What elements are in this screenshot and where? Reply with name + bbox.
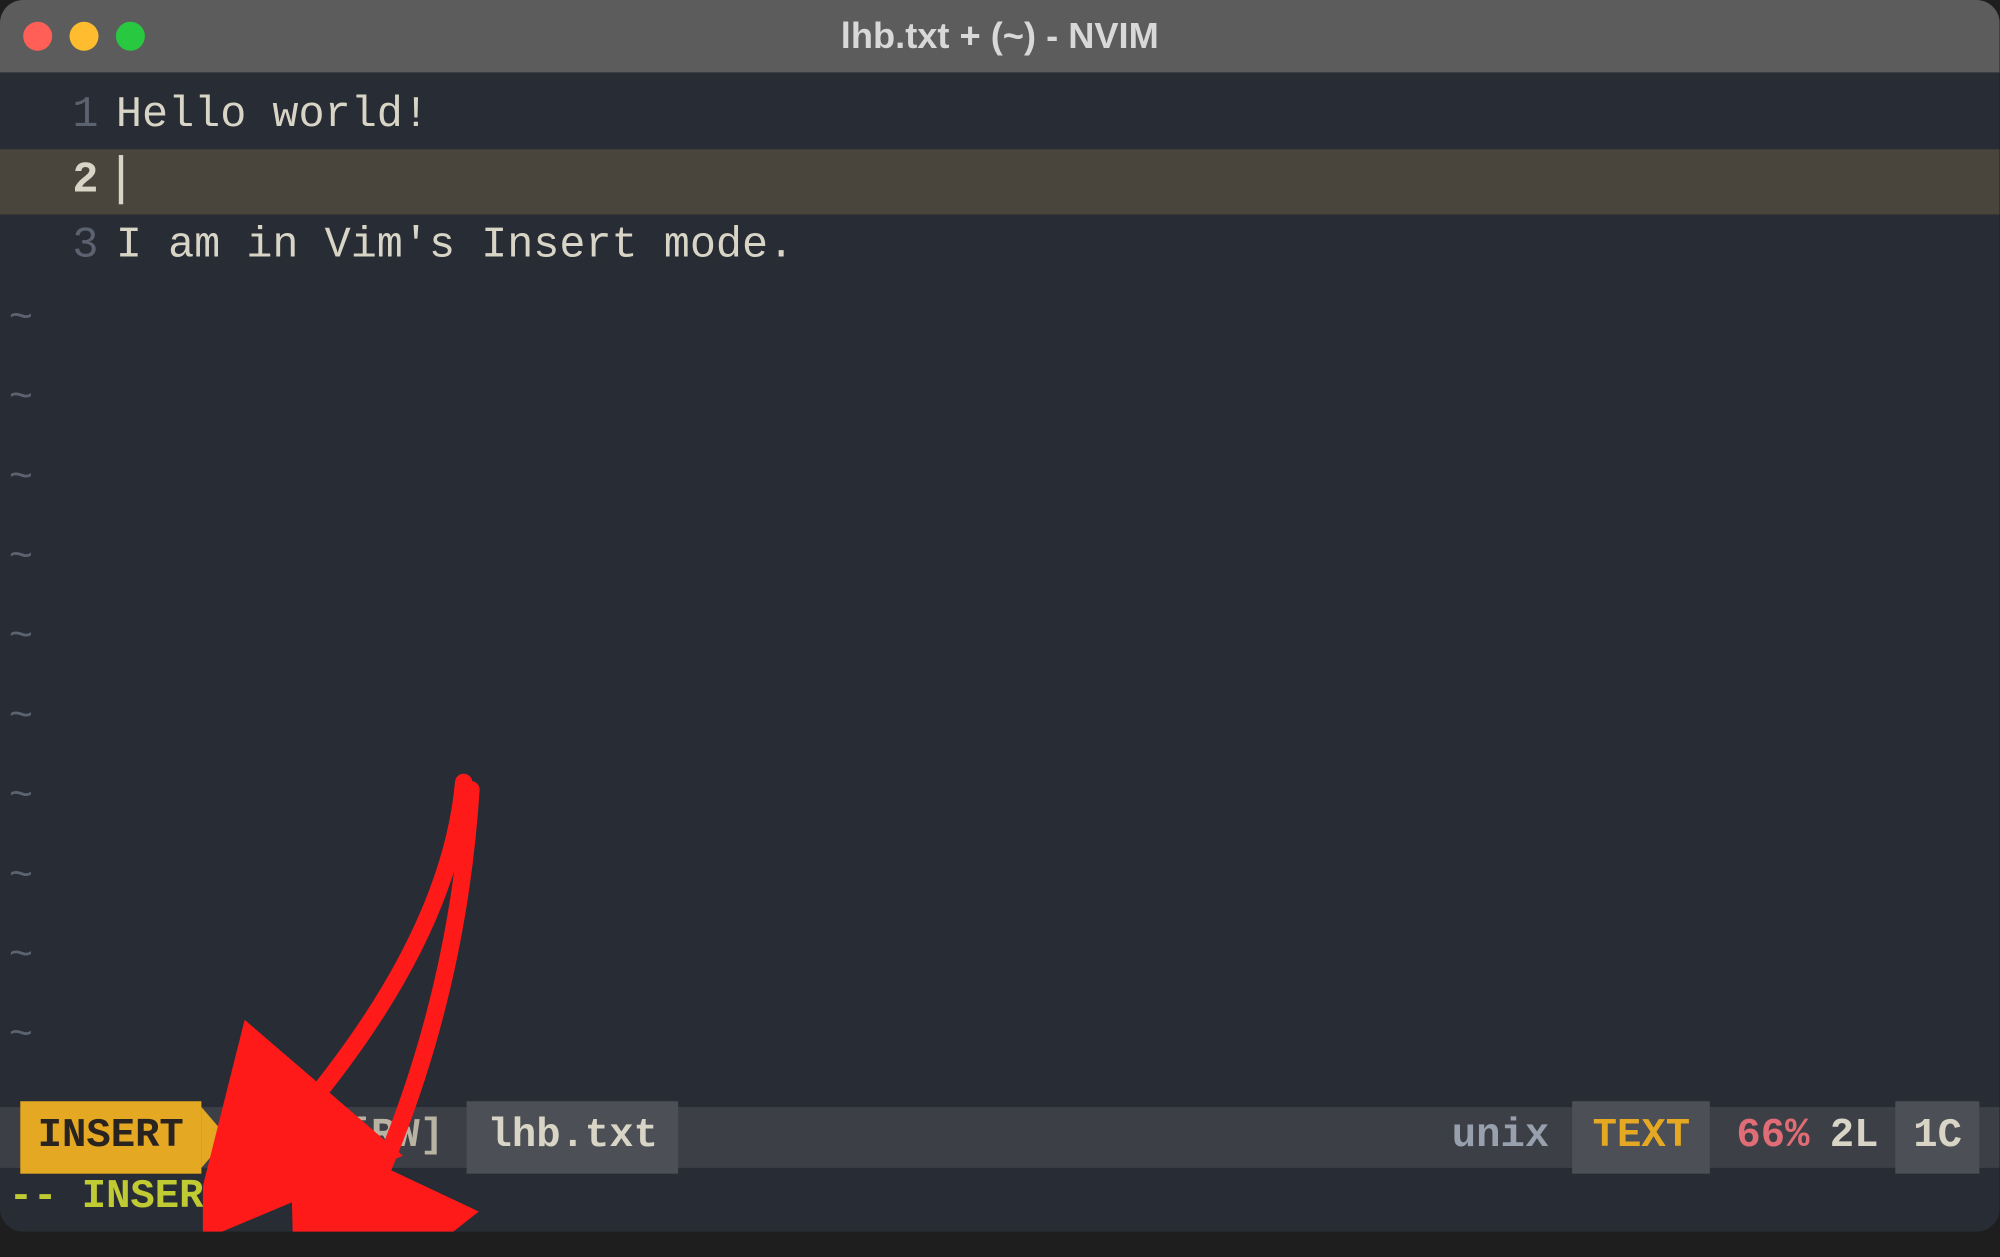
editor-line[interactable]: 3 I am in Vim's Insert mode. — [0, 214, 2000, 279]
command-line[interactable]: -- INSERT -- — [9, 1168, 301, 1229]
filename-indicator: lhb.txt — [467, 1101, 678, 1173]
modified-indicator: [+] — [239, 1107, 335, 1168]
window-controls — [23, 22, 145, 51]
line-text[interactable]: I am in Vim's Insert mode. — [116, 214, 794, 279]
readwrite-indicator: [RW] — [335, 1107, 456, 1168]
fileformat-indicator: unix — [1440, 1107, 1558, 1168]
line-text[interactable] — [116, 149, 123, 214]
empty-line-tilde: ~ — [9, 519, 2000, 599]
text-buffer[interactable]: 1 Hello world! 2 3 I am in Vim's Insert … — [0, 72, 2000, 279]
statusline: INSERT [+] [RW] lhb.txt unix TEXT 66% 2L… — [0, 1107, 2000, 1168]
minimize-icon[interactable] — [70, 22, 99, 51]
empty-buffer-area: ~~~~~~~~~~~ — [0, 280, 2000, 1157]
mode-indicator: INSERT — [20, 1101, 201, 1173]
percent-indicator: 66% — [1725, 1107, 1821, 1168]
empty-line-tilde: ~ — [9, 997, 2000, 1077]
empty-line-tilde: ~ — [9, 280, 2000, 360]
line-text[interactable]: Hello world! — [116, 84, 429, 149]
editor-line-current[interactable]: 2 — [0, 149, 2000, 214]
terminal-window: lhb.txt + (~) - NVIM 1 Hello world! 2 3 … — [0, 0, 2000, 1232]
window-title: lhb.txt + (~) - NVIM — [841, 15, 1159, 57]
empty-line-tilde: ~ — [9, 838, 2000, 918]
separator-icon — [201, 1107, 227, 1168]
empty-line-tilde: ~ — [9, 758, 2000, 838]
empty-line-tilde: ~ — [9, 917, 2000, 997]
titlebar[interactable]: lhb.txt + (~) - NVIM — [0, 0, 2000, 72]
empty-line-tilde: ~ — [9, 359, 2000, 439]
line-number: 1 — [0, 84, 116, 149]
column-position: 1C — [1896, 1101, 1979, 1173]
empty-line-tilde: ~ — [9, 439, 2000, 519]
line-number: 3 — [0, 214, 116, 279]
line-position: 2L — [1821, 1107, 1887, 1168]
close-icon[interactable] — [23, 22, 52, 51]
filetype-indicator: TEXT — [1572, 1101, 1710, 1173]
empty-line-tilde: ~ — [9, 678, 2000, 758]
maximize-icon[interactable] — [116, 22, 145, 51]
cursor-icon — [119, 155, 123, 204]
line-number: 2 — [0, 149, 116, 214]
empty-line-tilde: ~ — [9, 598, 2000, 678]
editor-line[interactable]: 1 Hello world! — [0, 84, 2000, 149]
editor-area[interactable]: 1 Hello world! 2 3 I am in Vim's Insert … — [0, 72, 2000, 1231]
